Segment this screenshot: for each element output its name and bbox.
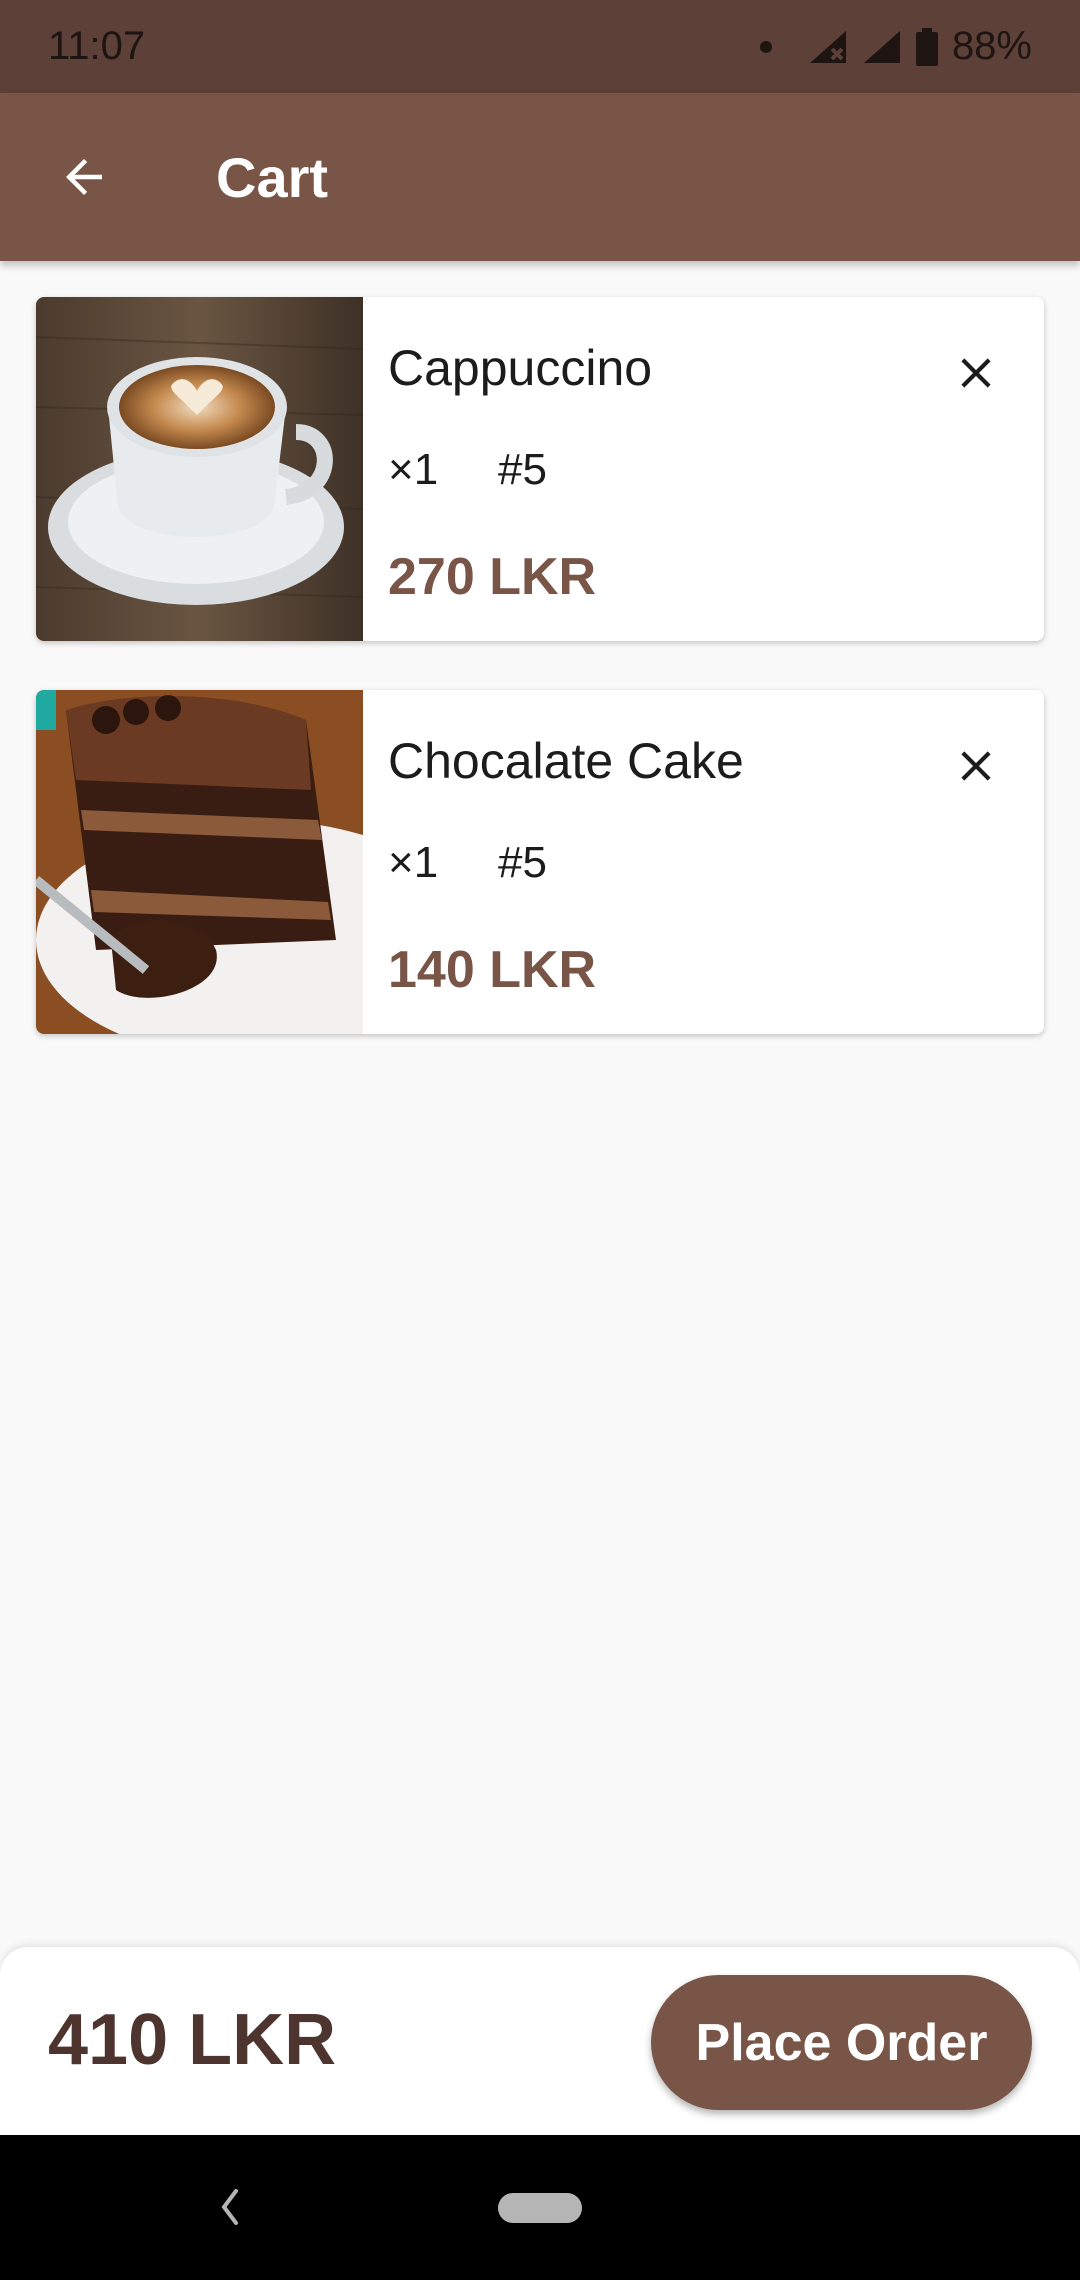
item-table-number: #5	[498, 445, 547, 494]
page-title: Cart	[216, 145, 329, 209]
home-pill-icon[interactable]	[498, 2193, 582, 2223]
battery-icon	[915, 27, 938, 66]
back-button[interactable]	[0, 93, 168, 261]
cart-item-card[interactable]: Chocalate Cake ×1 #5 140 LKR	[36, 690, 1044, 1034]
chocolate-cake-photo	[36, 690, 363, 1034]
nav-back-button[interactable]	[200, 2177, 260, 2237]
item-quantity: ×1	[388, 445, 439, 494]
item-name: Chocalate Cake	[388, 733, 744, 789]
system-nav-bar	[0, 2135, 1080, 2280]
item-price: 270 LKR	[388, 548, 597, 606]
status-icons: 88%	[759, 24, 1032, 69]
close-icon	[961, 358, 991, 388]
app-bar: Cart	[0, 93, 1080, 261]
item-price: 140 LKR	[388, 941, 597, 999]
cart-item-card[interactable]: Cappuccino ×1 #5 270 LKR	[36, 297, 1044, 641]
signal-icon	[863, 30, 900, 63]
close-icon	[961, 751, 991, 781]
remove-item-button[interactable]	[936, 726, 1016, 806]
total-amount: 410 LKR	[48, 2000, 337, 2080]
battery-percent: 88%	[951, 24, 1032, 68]
remove-item-button[interactable]	[936, 333, 1016, 413]
arrow-back-icon	[66, 159, 102, 195]
nav-back-icon	[221, 2189, 238, 2225]
item-table-number: #5	[498, 838, 547, 887]
cappuccino-photo	[36, 297, 363, 641]
order-summary-bar: 410 LKR Place Order	[0, 1947, 1080, 2135]
notification-dot-icon	[759, 40, 772, 53]
item-name: Cappuccino	[388, 340, 653, 396]
status-time: 11:07	[48, 24, 146, 68]
place-order-button[interactable]: Place Order	[651, 1975, 1032, 2110]
signal-no-sim-icon	[809, 30, 846, 63]
status-bar: 11:07 88%	[0, 0, 1080, 93]
item-quantity: ×1	[388, 838, 439, 887]
